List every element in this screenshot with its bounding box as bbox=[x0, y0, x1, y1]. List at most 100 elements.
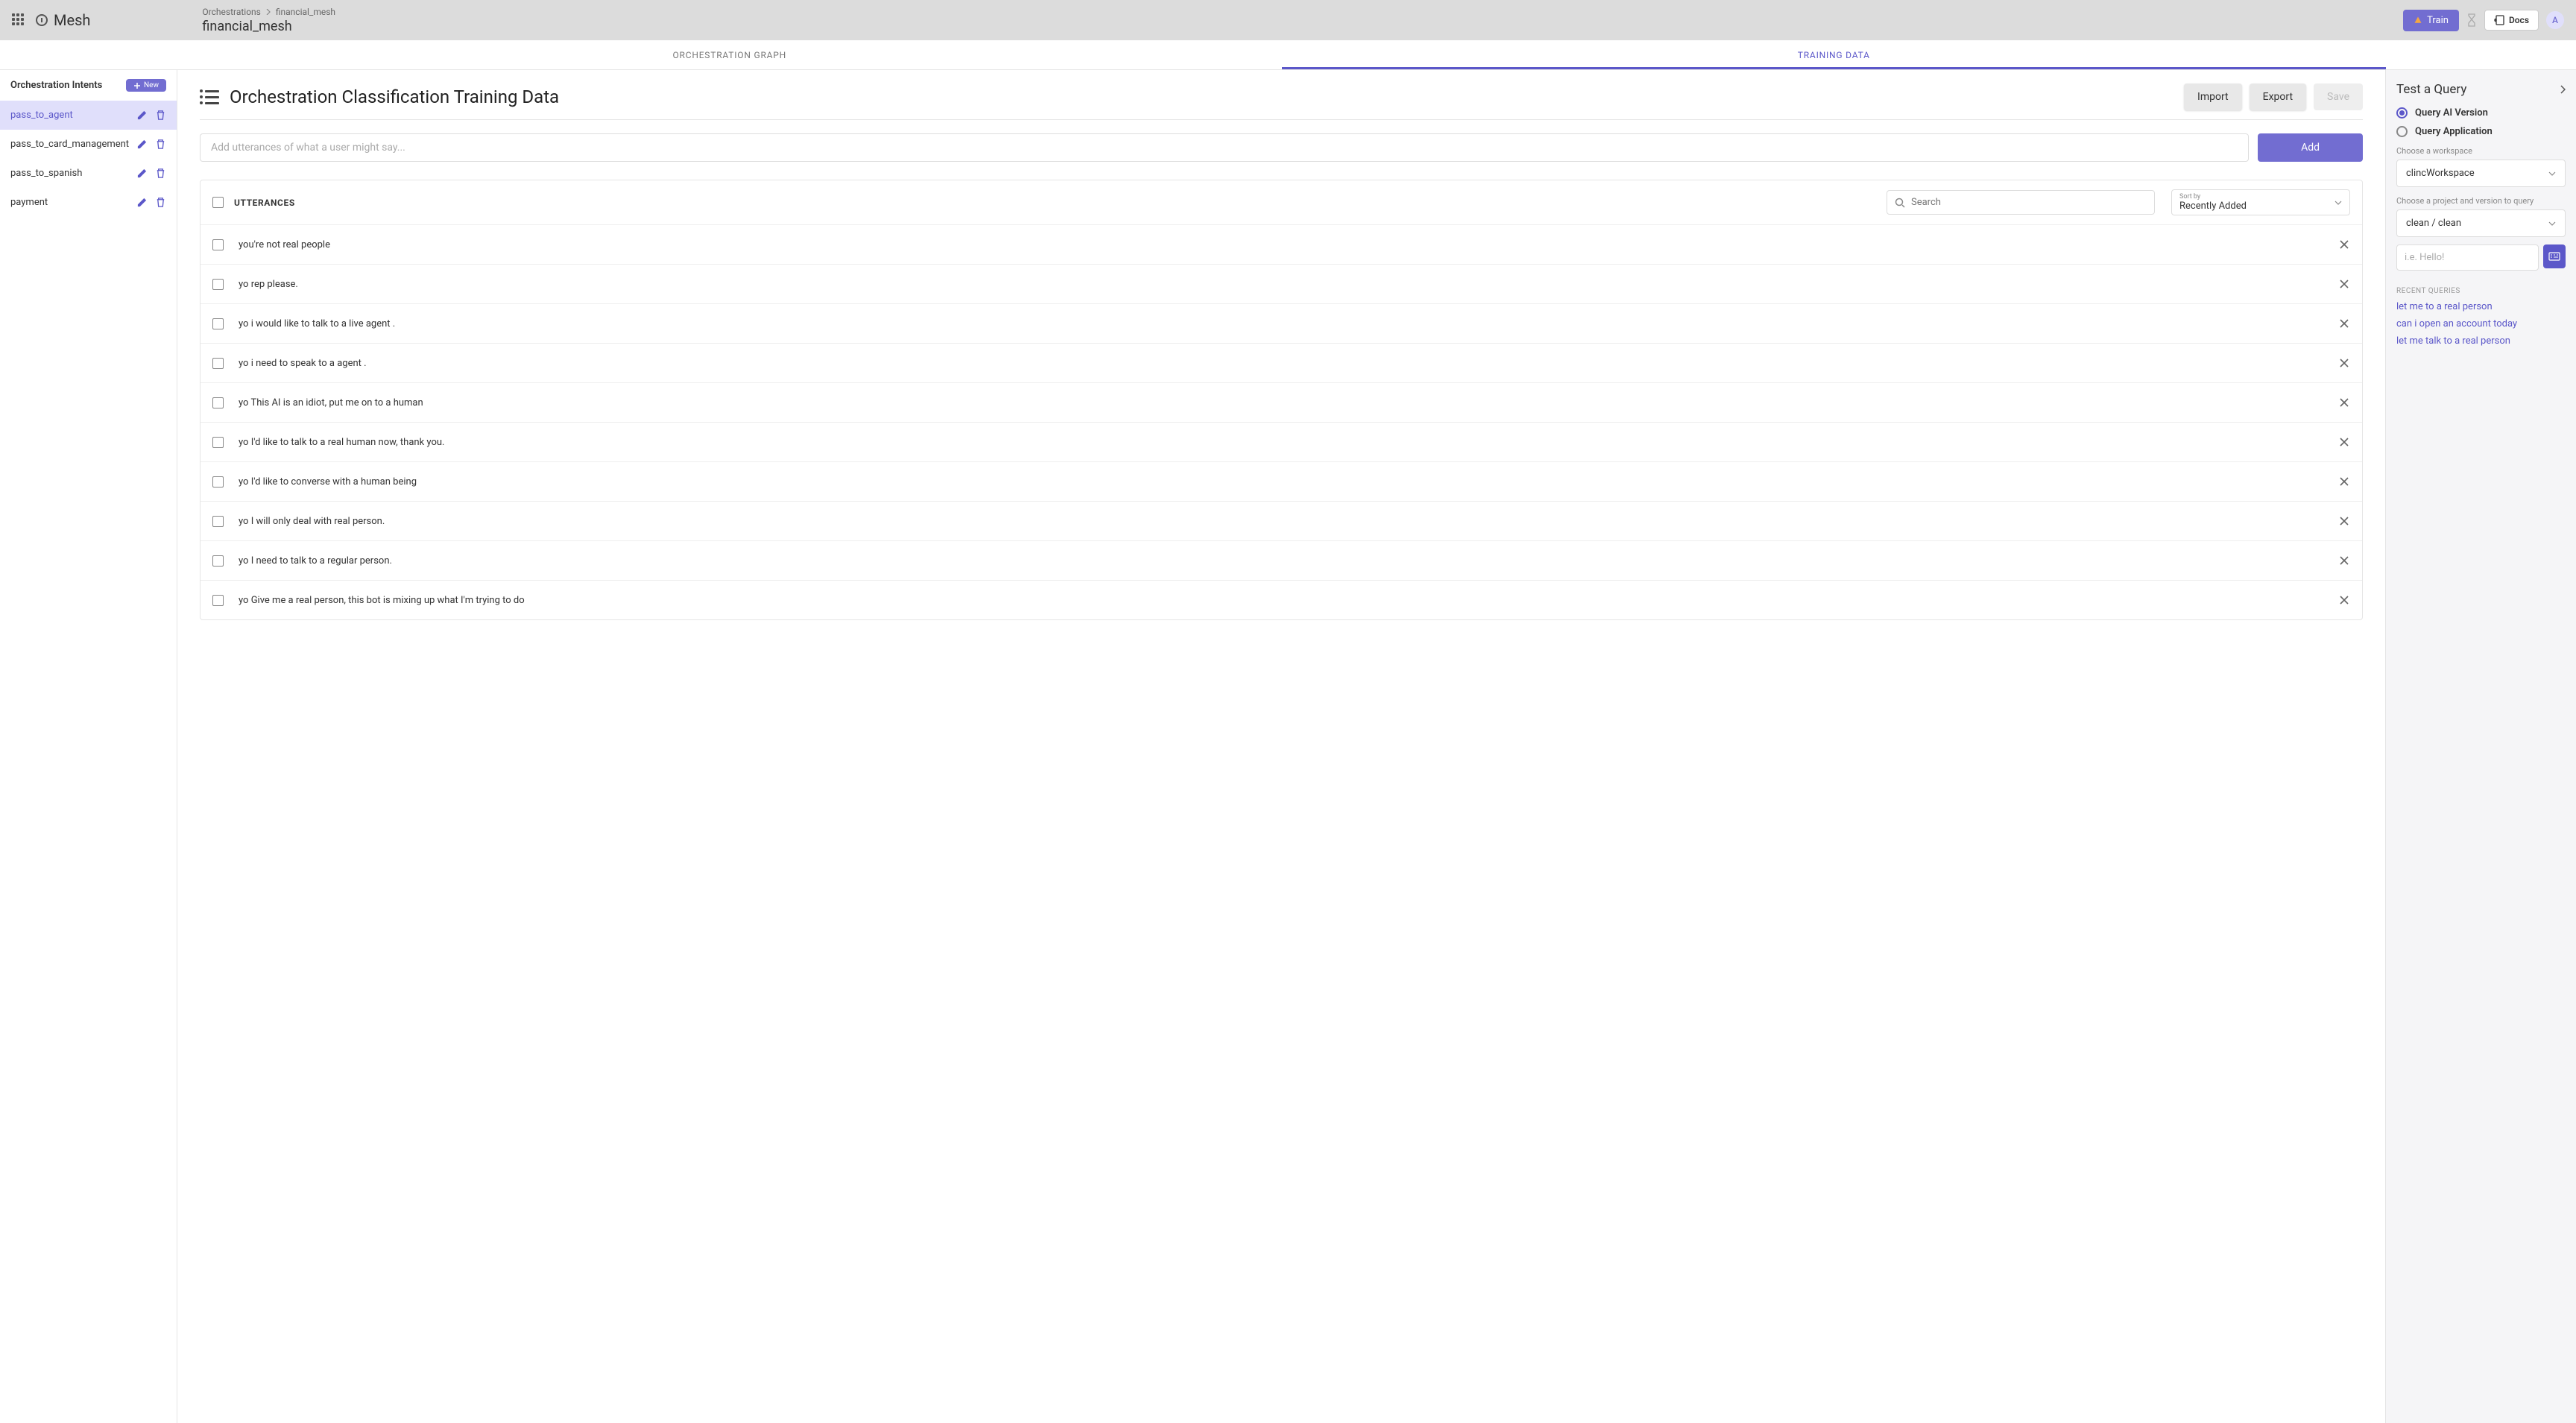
close-icon[interactable] bbox=[2338, 436, 2350, 448]
utterance-checkbox[interactable] bbox=[212, 397, 224, 408]
close-icon[interactable] bbox=[2338, 555, 2350, 567]
workspace-label: Choose a workspace bbox=[2396, 146, 2566, 156]
utterance-row: yo I will only deal with real person. bbox=[201, 501, 2362, 540]
avatar[interactable]: A bbox=[2546, 11, 2564, 29]
close-icon[interactable] bbox=[2338, 357, 2350, 369]
save-button: Save bbox=[2314, 83, 2363, 110]
select-all-checkbox[interactable] bbox=[212, 197, 224, 208]
utterance-text: yo I'd like to talk to a real human now,… bbox=[239, 437, 2323, 448]
chevron-down-icon bbox=[2548, 221, 2556, 226]
search-input[interactable] bbox=[1911, 197, 2147, 208]
utterance-checkbox[interactable] bbox=[212, 279, 224, 290]
utterance-row: yo I need to talk to a regular person. bbox=[201, 540, 2362, 580]
sort-select[interactable]: Sort by Recently Added bbox=[2171, 189, 2350, 215]
intent-name: pass_to_card_management bbox=[10, 139, 129, 150]
utterance-checkbox[interactable] bbox=[212, 476, 224, 488]
new-intent-button[interactable]: New bbox=[126, 79, 166, 92]
run-query-button[interactable] bbox=[2543, 244, 2566, 268]
search-field[interactable] bbox=[1887, 190, 2155, 215]
plus-icon bbox=[133, 82, 141, 89]
docs-button[interactable]: Docs bbox=[2484, 10, 2539, 31]
utterance-text: yo i need to speak to a agent . bbox=[239, 358, 2323, 369]
edit-icon[interactable] bbox=[136, 139, 148, 150]
workspace-value: clincWorkspace bbox=[2406, 168, 2475, 179]
trash-icon[interactable] bbox=[155, 110, 166, 121]
utterance-text: yo I'd like to converse with a human bei… bbox=[239, 476, 2323, 488]
recent-query-link[interactable]: let me to a real person bbox=[2396, 301, 2566, 312]
tab-orchestration-graph[interactable]: ORCHESTRATION GRAPH bbox=[177, 40, 1282, 69]
add-utterance-input[interactable] bbox=[200, 133, 2249, 162]
edit-icon[interactable] bbox=[136, 168, 148, 179]
query-input[interactable] bbox=[2396, 244, 2539, 271]
trash-icon[interactable] bbox=[155, 139, 166, 150]
close-icon[interactable] bbox=[2338, 476, 2350, 488]
utterance-row: yo I'd like to converse with a human bei… bbox=[201, 461, 2362, 501]
edit-icon[interactable] bbox=[136, 110, 148, 121]
import-button[interactable]: Import bbox=[2184, 83, 2242, 110]
recent-query-link[interactable]: let me talk to a real person bbox=[2396, 335, 2566, 347]
radio-icon bbox=[2396, 107, 2408, 119]
page-title: financial_mesh bbox=[202, 19, 335, 34]
close-icon[interactable] bbox=[2338, 397, 2350, 408]
intent-name: pass_to_spanish bbox=[10, 168, 82, 179]
utterance-checkbox[interactable] bbox=[212, 239, 224, 250]
apps-grid-icon[interactable] bbox=[12, 13, 25, 27]
utterance-text: yo rep please. bbox=[239, 279, 2323, 290]
radio-icon bbox=[2396, 126, 2408, 137]
close-icon[interactable] bbox=[2338, 318, 2350, 329]
edit-icon[interactable] bbox=[136, 197, 148, 208]
breadcrumb: Orchestrations financial_mesh financial_… bbox=[202, 7, 335, 34]
radio-query-app[interactable]: Query Application bbox=[2396, 126, 2566, 137]
recent-queries-header: RECENT QUERIES bbox=[2396, 287, 2566, 295]
utterances-table: UTTERANCES Sort by Recently Added you're… bbox=[200, 180, 2363, 620]
utterance-row: yo This AI is an idiot, put me on to a h… bbox=[201, 382, 2362, 422]
sort-value: Recently Added bbox=[2179, 201, 2342, 212]
chevron-right-icon[interactable] bbox=[2560, 85, 2566, 94]
chevron-down-icon bbox=[2548, 171, 2556, 176]
trash-icon[interactable] bbox=[155, 168, 166, 179]
tab-training-data[interactable]: TRAINING DATA bbox=[1282, 40, 2387, 69]
export-button[interactable]: Export bbox=[2250, 83, 2306, 110]
search-icon bbox=[1895, 198, 1905, 208]
tabs: ORCHESTRATION GRAPH TRAINING DATA bbox=[0, 40, 2576, 70]
utterance-text: yo I will only deal with real person. bbox=[239, 516, 2323, 527]
project-value: clean / clean bbox=[2406, 218, 2461, 229]
intent-row[interactable]: pass_to_spanish bbox=[0, 159, 177, 188]
intent-row[interactable]: pass_to_card_management bbox=[0, 130, 177, 159]
utterance-checkbox[interactable] bbox=[212, 437, 224, 448]
utterance-checkbox[interactable] bbox=[212, 318, 224, 329]
utterance-row: yo rep please. bbox=[201, 264, 2362, 303]
add-utterance-button[interactable]: Add bbox=[2258, 133, 2363, 162]
utterance-text: you're not real people bbox=[239, 239, 2323, 250]
intent-row[interactable]: pass_to_agent bbox=[0, 101, 177, 130]
train-button[interactable]: Train bbox=[2403, 10, 2459, 31]
project-select[interactable]: clean / clean bbox=[2396, 209, 2566, 237]
main-content: Orchestration Classification Training Da… bbox=[177, 70, 2386, 1423]
close-icon[interactable] bbox=[2338, 594, 2350, 606]
logo[interactable]: Mesh bbox=[36, 11, 90, 29]
close-icon[interactable] bbox=[2338, 278, 2350, 290]
keyboard-icon bbox=[2548, 252, 2560, 261]
utterance-checkbox[interactable] bbox=[212, 595, 224, 606]
radio-label: Query Application bbox=[2415, 126, 2493, 137]
utterance-checkbox[interactable] bbox=[212, 358, 224, 369]
breadcrumb-root[interactable]: Orchestrations bbox=[202, 7, 260, 17]
project-label: Choose a project and version to query bbox=[2396, 196, 2566, 206]
utterance-text: yo i would like to talk to a live agent … bbox=[239, 318, 2323, 329]
trash-icon[interactable] bbox=[155, 197, 166, 208]
sidebar: Orchestration Intents New pass_to_agent … bbox=[0, 70, 177, 1423]
utterance-checkbox[interactable] bbox=[212, 555, 224, 567]
utterance-text: yo This AI is an idiot, put me on to a h… bbox=[239, 397, 2323, 408]
close-icon[interactable] bbox=[2338, 515, 2350, 527]
intent-row[interactable]: payment bbox=[0, 188, 177, 217]
recent-query-link[interactable]: can i open an account today bbox=[2396, 318, 2566, 329]
radio-label: Query AI Version bbox=[2415, 107, 2488, 119]
close-icon[interactable] bbox=[2338, 239, 2350, 250]
right-panel: Test a Query Query AI Version Query Appl… bbox=[2386, 70, 2576, 1423]
workspace-select[interactable]: clincWorkspace bbox=[2396, 160, 2566, 187]
radio-query-ai[interactable]: Query AI Version bbox=[2396, 107, 2566, 119]
utterance-row: you're not real people bbox=[201, 224, 2362, 264]
intent-name: pass_to_agent bbox=[10, 110, 73, 121]
rp-title: Test a Query bbox=[2396, 82, 2466, 97]
utterance-checkbox[interactable] bbox=[212, 516, 224, 527]
